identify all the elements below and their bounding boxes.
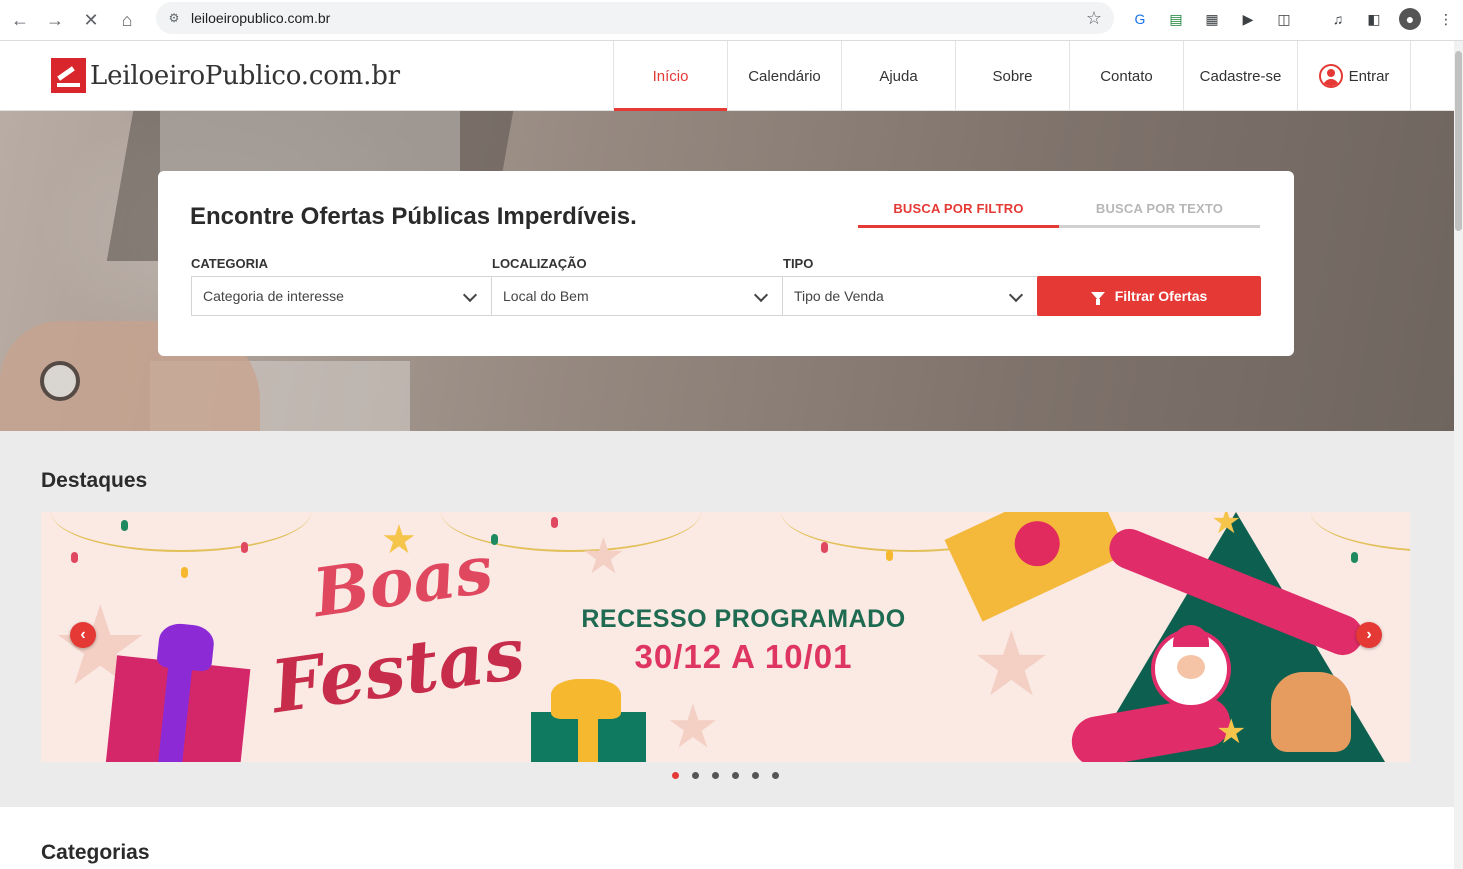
hero-watch-image bbox=[40, 361, 80, 401]
site-settings-icon[interactable]: ⚙ bbox=[166, 10, 182, 26]
categoria-label: CATEGORIA bbox=[191, 256, 269, 271]
forward-icon[interactable]: → bbox=[41, 6, 69, 34]
sidepanel-icon[interactable]: ◧ bbox=[1363, 8, 1385, 30]
categorias-section: Categorias bbox=[0, 807, 1454, 869]
page-scrollbar[interactable] bbox=[1454, 41, 1463, 869]
bulb-icon bbox=[886, 550, 893, 561]
bulb-icon bbox=[241, 542, 248, 553]
entrar-label: Entrar bbox=[1348, 67, 1390, 85]
gold-star-icon: ★ bbox=[1211, 512, 1242, 541]
bulb-icon bbox=[821, 542, 828, 553]
back-icon[interactable]: ← bbox=[6, 6, 34, 34]
address-bar[interactable]: ⚙ leiloeiropublico.com.br ☆ bbox=[156, 2, 1114, 34]
menu-item-ajuda[interactable]: Ajuda bbox=[841, 41, 955, 111]
menu-item-cadastre-se[interactable]: Cadastre-se bbox=[1183, 41, 1297, 111]
bulb-icon bbox=[181, 567, 188, 578]
localizacao-select[interactable]: Local do Bem bbox=[491, 276, 783, 316]
scrollbar-thumb[interactable] bbox=[1455, 51, 1462, 231]
tab-busca-por-filtro[interactable]: BUSCA POR FILTRO bbox=[858, 201, 1059, 228]
gingerbread-icon bbox=[1271, 672, 1351, 752]
chevron-down-icon bbox=[462, 287, 478, 303]
carousel-next-button[interactable]: › bbox=[1356, 622, 1382, 648]
home-icon[interactable]: ⌂ bbox=[113, 6, 141, 34]
categoria-select[interactable]: Categoria de interesse bbox=[191, 276, 492, 316]
bulb-icon bbox=[71, 552, 78, 563]
chevron-down-icon bbox=[753, 287, 769, 303]
gavel-logo-icon bbox=[51, 58, 86, 93]
destaque-banner[interactable]: ★ ★ ★ ★ ★ Boas Festas RECESSO PROGRAMADO… bbox=[41, 512, 1410, 762]
url-text[interactable]: leiloeiropublico.com.br bbox=[191, 10, 330, 26]
user-icon bbox=[1318, 64, 1343, 88]
profile-icon[interactable]: ● bbox=[1399, 8, 1421, 30]
tipo-select[interactable]: Tipo de Venda bbox=[782, 276, 1038, 316]
star-decoration-icon: ★ bbox=[666, 693, 720, 760]
sheets-icon[interactable]: ▤ bbox=[1165, 8, 1187, 30]
filtrar-ofertas-label: Filtrar Ofertas bbox=[1114, 288, 1208, 304]
categoria-value: Categoria de interesse bbox=[203, 288, 344, 304]
menu-item-entrar[interactable]: Entrar bbox=[1297, 41, 1411, 111]
santa-ornament-icon bbox=[1151, 625, 1231, 709]
chevron-down-icon bbox=[1008, 287, 1024, 303]
extensions-icon[interactable]: ◫ bbox=[1273, 8, 1295, 30]
logo-text: LeiloeiroPublico.com.br bbox=[90, 60, 400, 91]
translate-icon[interactable]: G bbox=[1129, 8, 1151, 30]
carousel-dot-1[interactable] bbox=[672, 772, 679, 779]
bulb-icon bbox=[551, 517, 558, 528]
bulb-icon bbox=[121, 520, 128, 531]
media-icon[interactable]: ♫ bbox=[1327, 8, 1349, 30]
site-header: LeiloeiroPublico.com.br Início Calendári… bbox=[0, 41, 1454, 111]
play-icon[interactable]: ▶ bbox=[1237, 8, 1259, 30]
gold-star-icon: ★ bbox=[1216, 713, 1247, 751]
menu-item-contato[interactable]: Contato bbox=[1069, 41, 1183, 111]
carousel-indicators bbox=[672, 772, 792, 779]
menu-item-inicio[interactable]: Início bbox=[613, 41, 727, 111]
localizacao-value: Local do Bem bbox=[503, 288, 589, 304]
carousel-prev-button[interactable]: ‹ bbox=[70, 622, 96, 648]
carousel-dot-6[interactable] bbox=[772, 772, 779, 779]
search-card: Encontre Ofertas Públicas Imperdíveis. B… bbox=[158, 171, 1294, 356]
destaques-title: Destaques bbox=[41, 469, 148, 492]
categorias-title: Categorias bbox=[41, 841, 150, 864]
search-title: Encontre Ofertas Públicas Imperdíveis. bbox=[190, 203, 637, 230]
carousel-dot-5[interactable] bbox=[752, 772, 759, 779]
qr-icon[interactable]: ▦ bbox=[1201, 8, 1223, 30]
filtrar-ofertas-button[interactable]: Filtrar Ofertas bbox=[1037, 276, 1261, 316]
carousel-dot-2[interactable] bbox=[692, 772, 699, 779]
star-decoration-icon: ★ bbox=[581, 528, 626, 584]
destaques-section: Destaques ★ ★ ★ ★ ★ Boas Festas RECESSO … bbox=[0, 431, 1454, 807]
site-logo[interactable]: LeiloeiroPublico.com.br bbox=[51, 58, 400, 93]
stop-icon[interactable]: ✕ bbox=[77, 6, 105, 34]
kebab-menu-icon[interactable]: ⋮ bbox=[1435, 8, 1457, 30]
tipo-value: Tipo de Venda bbox=[794, 288, 884, 304]
browser-toolbar: ← → ✕ ⌂ ⚙ leiloeiropublico.com.br ☆ G ▤ … bbox=[0, 0, 1463, 41]
carousel-dot-3[interactable] bbox=[712, 772, 719, 779]
tipo-label: TIPO bbox=[783, 256, 814, 271]
menu-item-sobre[interactable]: Sobre bbox=[955, 41, 1069, 111]
carousel-dot-4[interactable] bbox=[732, 772, 739, 779]
gift-box-green bbox=[531, 679, 646, 762]
main-menu: Início Calendário Ajuda Sobre Contato Ca… bbox=[613, 41, 1411, 111]
bookmark-star-icon[interactable]: ☆ bbox=[1086, 8, 1102, 29]
tab-busca-por-texto[interactable]: BUSCA POR TEXTO bbox=[1059, 201, 1260, 228]
localizacao-label: LOCALIZAÇÃO bbox=[492, 256, 587, 271]
menu-item-calendario[interactable]: Calendário bbox=[727, 41, 841, 111]
filter-icon bbox=[1090, 292, 1105, 305]
